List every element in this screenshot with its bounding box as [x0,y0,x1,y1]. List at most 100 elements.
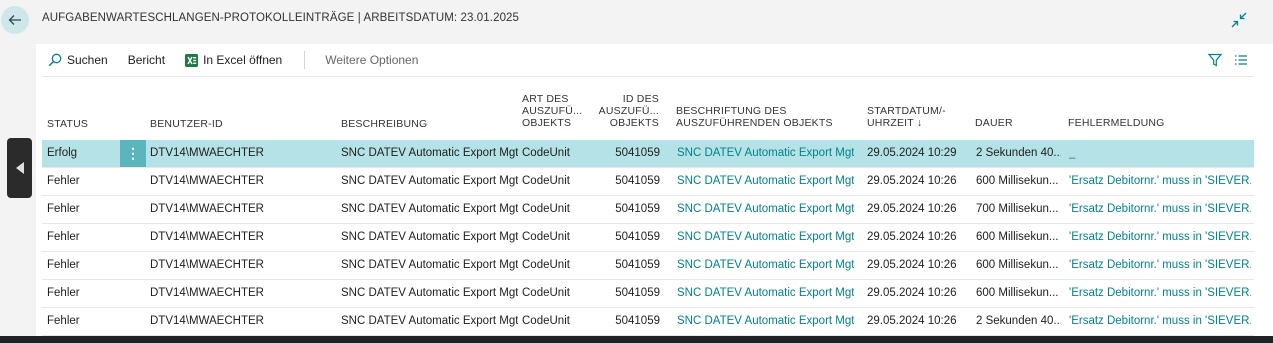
filter-icon[interactable] [1208,53,1222,67]
cell-duration: 600 Millisekun... [976,259,1059,271]
col-header-start-line2: UHRZEIT ↓ [867,117,923,129]
more-options-button[interactable]: Weitere Optionen [325,53,418,67]
more-vertical-icon: ⋮ [126,145,140,161]
side-panel-toggle[interactable] [7,138,32,198]
list-icon[interactable] [1234,53,1248,67]
col-header-user-id[interactable]: BENUTZER-ID [150,118,223,130]
col-header-object-type[interactable]: ART DES AUSZUFÜ... OBJEKTS [522,93,582,129]
cell-object-type: CodeUnit [522,259,570,271]
cell-description: SNC DATEV Automatic Export Mgt [341,203,519,215]
cell-user-id: DTV14\MWAECHTER [150,287,264,299]
cell-error[interactable]: 'Ersatz Debitornr.' muss in 'SIEVER... [1069,175,1251,187]
cell-status: Fehler [47,175,80,187]
col-header-caption[interactable]: BESCHRIFTUNG DES AUSZUFÜHRENDEN OBJEKTS [676,105,833,129]
col-header-caption-line2: AUSZUFÜHRENDEN OBJEKTS [676,117,833,129]
cell-error[interactable]: 'Ersatz Debitornr.' muss in 'SIEVER... [1069,287,1251,299]
cell-error[interactable]: 'Ersatz Debitornr.' muss in 'SIEVER... [1069,203,1251,215]
cell-start: 29.05.2024 10:26 [867,315,957,327]
page-title: AUFGABENWARTESCHLANGEN-PROTOKOLLEINTRÄGE… [42,12,520,24]
cell-duration: 2 Sekunden 40... [976,147,1061,159]
cell-user-id: DTV14\MWAECHTER [150,315,264,327]
cell-object-id: 5041059 [615,315,660,327]
cell-caption[interactable]: SNC DATEV Automatic Export Mgt [677,231,854,243]
cell-caption[interactable]: SNC DATEV Automatic Export Mgt [677,203,854,215]
col-header-status[interactable]: STATUS [47,118,88,130]
col-header-object-type-line2: AUSZUFÜ... [522,105,583,117]
col-header-caption-line1: BESCHRIFTUNG DES [676,105,787,117]
cell-caption[interactable]: SNC DATEV Automatic Export Mgt [677,147,854,159]
cell-object-id: 5041059 [615,259,660,271]
cell-status: Fehler [47,287,80,299]
action-bar: Suchen Bericht In Excel öffnen Weitere O… [42,44,1254,77]
cell-status: Fehler [47,203,80,215]
table-row[interactable]: Fehler DTV14\MWAECHTER SNC DATEV Automat… [42,196,1254,224]
cell-user-id: DTV14\MWAECHTER [150,175,264,187]
cell-description: SNC DATEV Automatic Export Mgt [341,175,519,187]
cell-duration: 600 Millisekun... [976,287,1059,299]
cell-description: SNC DATEV Automatic Export Mgt [341,287,519,299]
col-header-start[interactable]: STARTDATUM/- UHRZEIT ↓ [867,105,946,129]
toolbar-divider [304,51,306,69]
cell-duration: 600 Millisekun... [976,175,1059,187]
cell-object-id: 5041059 [615,203,660,215]
table-row[interactable]: Erfolg ⋮ DTV14\MWAECHTER SNC DATEV Autom… [42,140,1254,168]
col-header-error[interactable]: FEHLERMELDUNG [1068,117,1165,129]
page-header: AUFGABENWARTESCHLANGEN-PROTOKOLLEINTRÄGE… [0,0,1273,44]
cell-caption[interactable]: SNC DATEV Automatic Export Mgt [677,315,854,327]
excel-label: In Excel öffnen [203,53,283,67]
cell-start: 29.05.2024 10:26 [867,259,957,271]
cell-description: SNC DATEV Automatic Export Mgt [341,231,519,243]
bottom-bar [0,336,1273,343]
cell-error[interactable]: 'Ersatz Debitornr.' muss in 'SIEVER... [1069,231,1251,243]
cell-caption[interactable]: SNC DATEV Automatic Export Mgt [677,175,854,187]
search-button[interactable]: Suchen [48,53,108,67]
cell-user-id: DTV14\MWAECHTER [150,231,264,243]
cell-caption[interactable]: SNC DATEV Automatic Export Mgt [677,259,854,271]
cell-description: SNC DATEV Automatic Export Mgt [341,315,519,327]
table-row[interactable]: Fehler DTV14\MWAECHTER SNC DATEV Automat… [42,280,1254,308]
cell-error[interactable]: _ [1069,147,1251,159]
col-header-object-id-line1: ID DES [622,93,659,105]
cell-object-id: 5041059 [615,147,660,159]
cell-object-id: 5041059 [615,175,660,187]
report-label: Bericht [127,53,166,67]
col-header-duration[interactable]: DAUER [975,117,1013,129]
cell-object-type: CodeUnit [522,231,570,243]
cell-duration: 600 Millisekun... [976,231,1059,243]
cell-description: SNC DATEV Automatic Export Mgt [341,147,519,159]
cell-object-id: 5041059 [615,287,660,299]
collapse-button[interactable] [1231,12,1247,28]
col-header-start-line1: STARTDATUM/- [867,105,946,117]
search-label: Suchen [67,53,108,67]
cell-start: 29.05.2024 10:26 [867,203,957,215]
cell-caption[interactable]: SNC DATEV Automatic Export Mgt [677,287,854,299]
table-row[interactable]: Fehler DTV14\MWAECHTER SNC DATEV Automat… [42,168,1254,196]
report-button[interactable]: Bericht [128,53,165,67]
cell-status: Erfolg [47,147,78,159]
collapse-icon [1231,12,1247,28]
back-button[interactable] [1,6,29,34]
cell-status: Fehler [47,259,80,271]
cell-start: 29.05.2024 10:26 [867,175,957,187]
back-arrow-icon [8,15,21,25]
cell-user-id: DTV14\MWAECHTER [150,203,264,215]
cell-duration: 2 Sekunden 40... [976,315,1061,327]
cell-duration: 700 Millisekun... [976,203,1059,215]
col-header-description[interactable]: BESCHREIBUNG [341,118,427,130]
cell-error[interactable]: 'Ersatz Debitornr.' muss in 'SIEVER... [1069,259,1251,271]
cell-error[interactable]: 'Ersatz Debitornr.' muss in 'SIEVER... [1069,315,1251,327]
col-header-object-id[interactable]: ID DES AUSZUFÜ... OBJEKTS [594,93,659,129]
cell-status: Fehler [47,231,80,243]
excel-icon [185,53,199,67]
table-row[interactable]: Fehler DTV14\MWAECHTER SNC DATEV Automat… [42,252,1254,280]
open-in-excel-button[interactable]: In Excel öffnen [185,53,282,67]
table-row[interactable]: Fehler DTV14\MWAECHTER SNC DATEV Automat… [42,224,1254,252]
toolbar-right [1208,53,1248,67]
row-menu-button[interactable]: ⋮ [120,140,146,167]
table-row[interactable]: Fehler DTV14\MWAECHTER SNC DATEV Automat… [42,308,1254,336]
search-icon [48,53,62,67]
cell-start: 29.05.2024 10:26 [867,231,957,243]
cell-status: Fehler [47,315,80,327]
cell-object-type: CodeUnit [522,287,570,299]
col-header-object-id-line3: OBJEKTS [609,117,659,129]
